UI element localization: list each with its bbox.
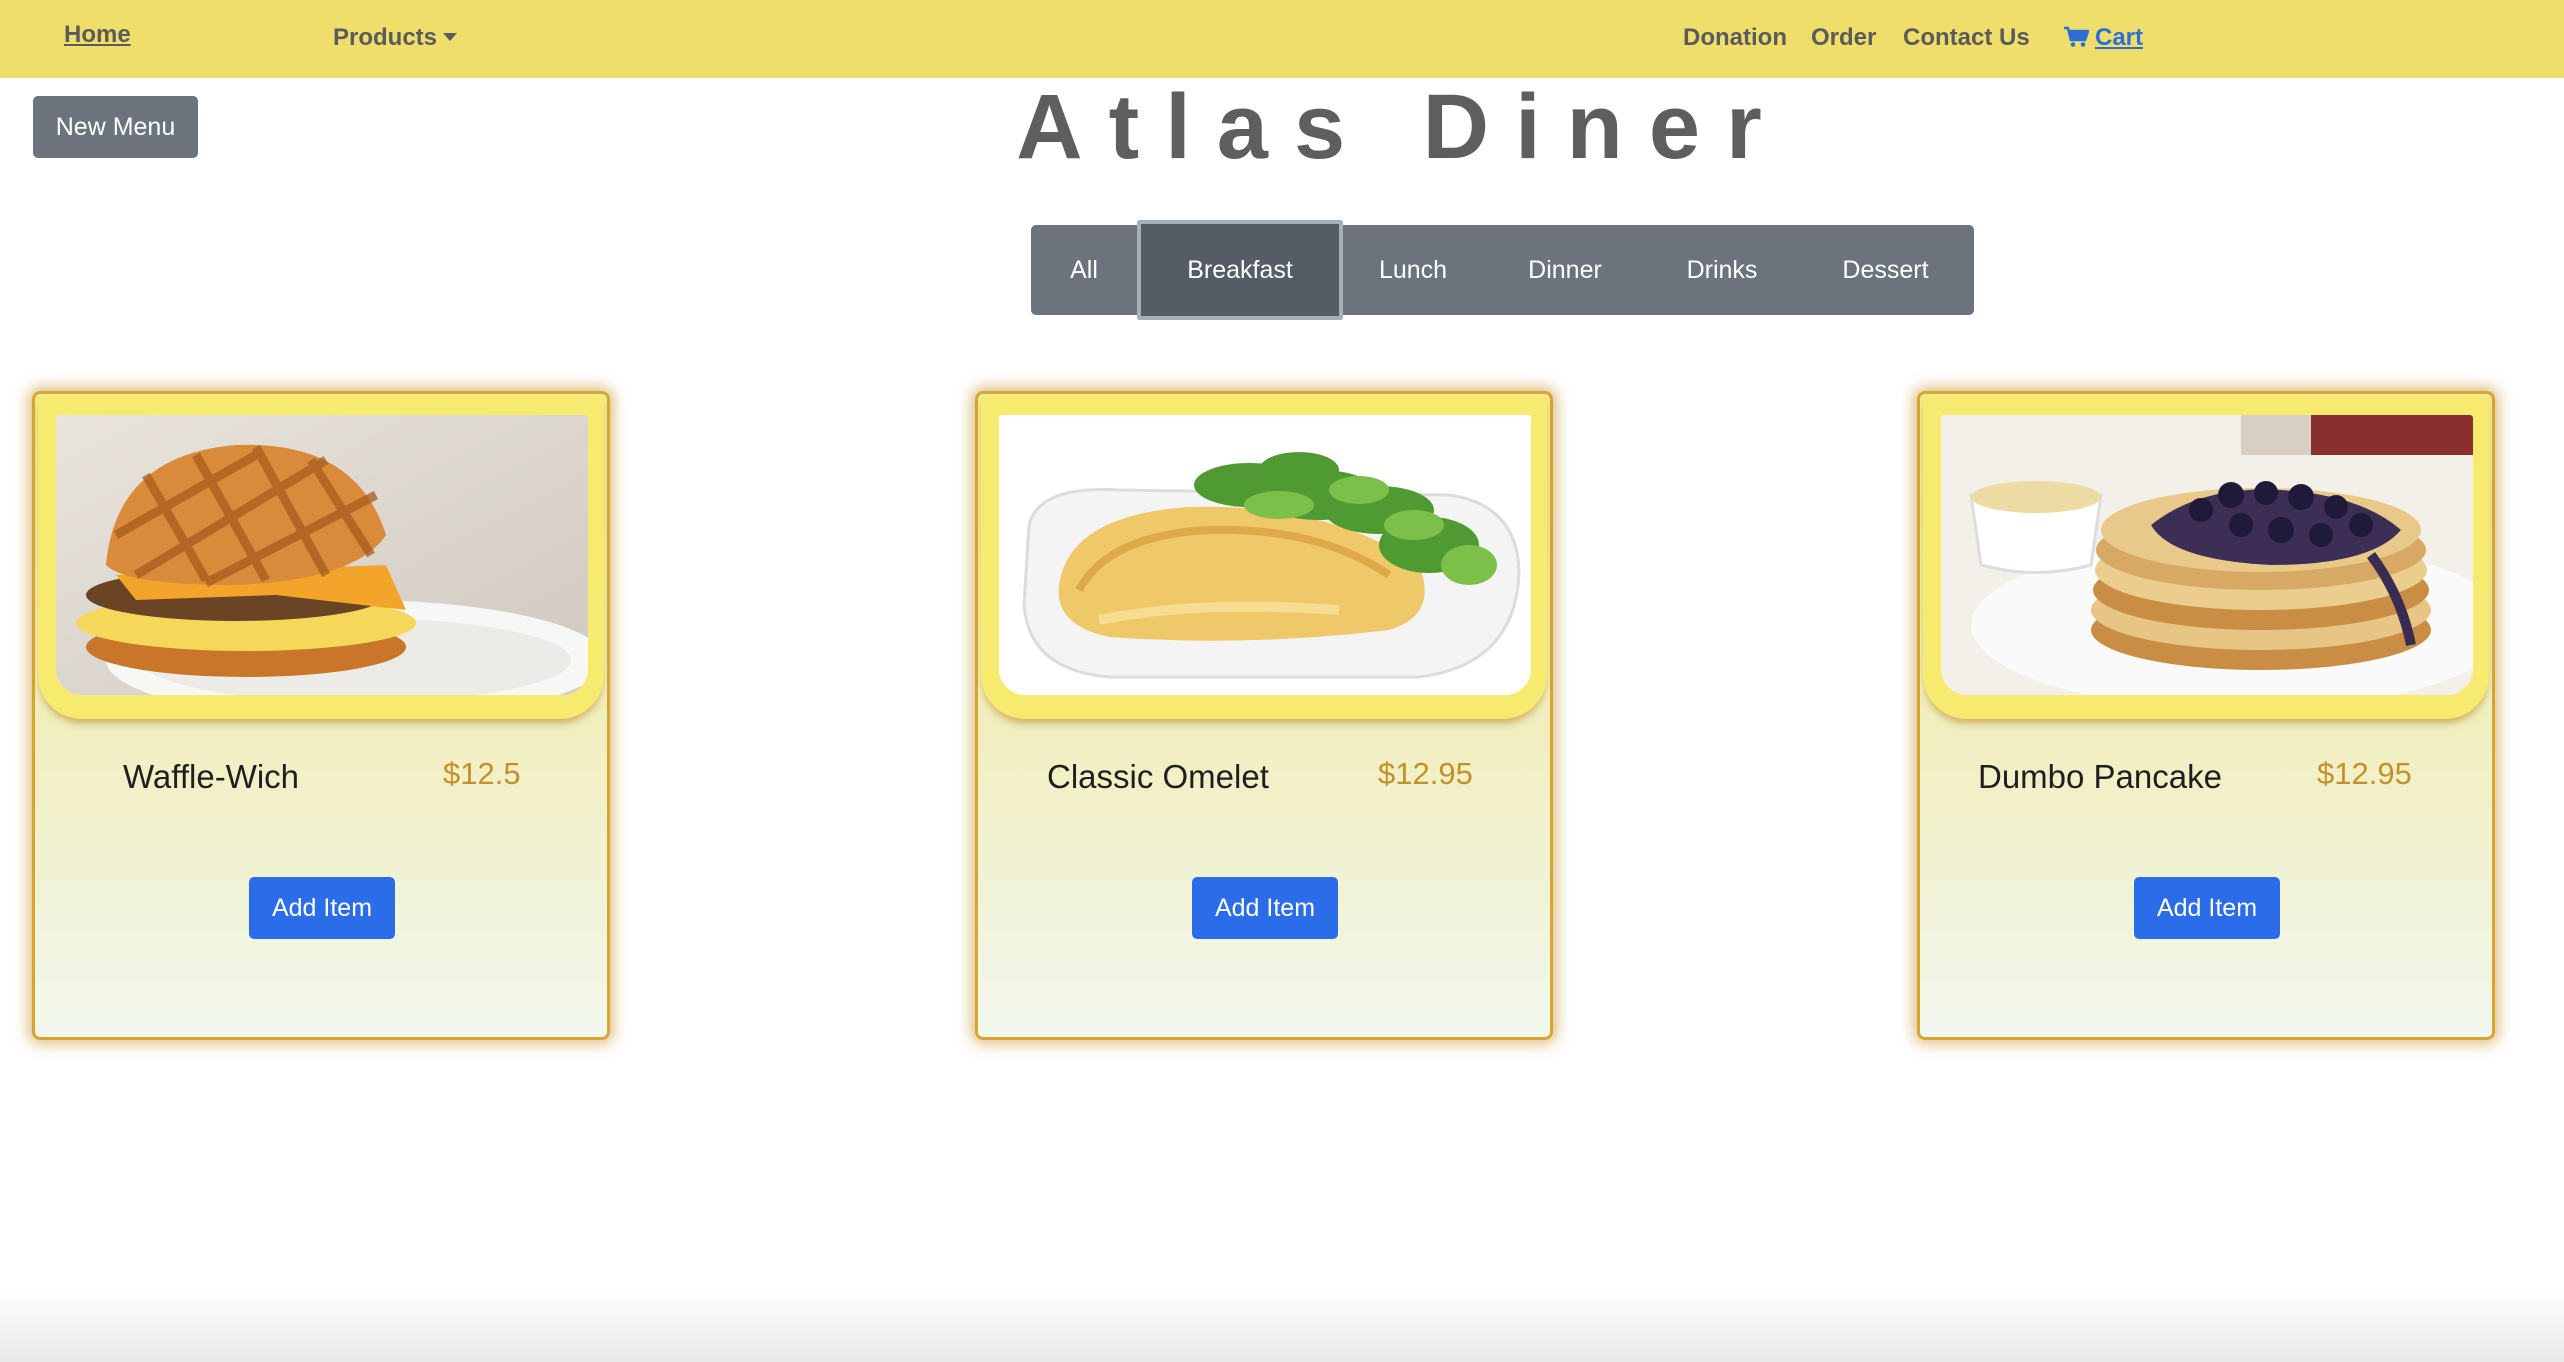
bottom-shadow: [0, 1292, 2564, 1362]
menu-item-card: Dumbo Pancake $12.95 Add Item: [1917, 391, 2495, 1040]
card-image-frame: [981, 397, 1547, 719]
menu-item-card: Classic Omelet $12.95 Add Item: [975, 391, 1553, 1040]
category-tab-bar: All Breakfast Lunch Dinner Drinks Desser…: [1031, 220, 1974, 320]
pancake-image: [1941, 415, 2473, 695]
item-price: $12.95: [2317, 756, 2412, 791]
top-navbar: Home Products Donation Order Contact Us …: [0, 0, 2564, 78]
nav-products-label: Products: [333, 24, 438, 51]
add-item-button[interactable]: Add Item: [1192, 877, 1338, 939]
tab-breakfast[interactable]: Breakfast: [1137, 220, 1343, 320]
add-item-button[interactable]: Add Item: [2134, 877, 2280, 939]
new-menu-button[interactable]: New Menu: [33, 96, 198, 158]
nav-donation-link[interactable]: Donation: [1683, 0, 1787, 78]
tab-lunch[interactable]: Lunch: [1343, 225, 1483, 315]
nav-contact-link[interactable]: Contact Us: [1903, 0, 2030, 78]
page-title: Atlas Diner: [1016, 76, 1788, 178]
item-name: Waffle-Wich: [123, 758, 300, 795]
nav-home-link[interactable]: Home: [64, 0, 131, 78]
tab-drinks[interactable]: Drinks: [1647, 225, 1797, 315]
card-image-frame: [38, 397, 604, 719]
tab-all[interactable]: All: [1031, 225, 1137, 315]
item-price: $12.5: [443, 756, 521, 791]
nav-products-dropdown[interactable]: Products: [333, 0, 458, 78]
add-item-button[interactable]: Add Item: [249, 877, 395, 939]
shopping-cart-icon: [2064, 26, 2089, 47]
tab-dessert[interactable]: Dessert: [1797, 225, 1974, 315]
caret-down-icon: [443, 33, 458, 41]
item-name: Classic Omelet: [1047, 758, 1269, 795]
item-name: Dumbo Pancake: [1978, 758, 2222, 795]
page: Home Products Donation Order Contact Us …: [0, 0, 2564, 1362]
tab-dinner[interactable]: Dinner: [1483, 225, 1647, 315]
omelet-image: [999, 415, 1531, 695]
nav-order-link[interactable]: Order: [1811, 0, 1876, 78]
item-price: $12.95: [1378, 756, 1473, 791]
waffle-sandwich-image: [56, 415, 588, 695]
nav-cart-link[interactable]: Cart: [2063, 0, 2143, 78]
menu-item-card: Waffle-Wich $12.5 Add Item: [32, 391, 610, 1040]
nav-cart-label: Cart: [2095, 24, 2144, 51]
card-image-frame: [1923, 397, 2489, 719]
